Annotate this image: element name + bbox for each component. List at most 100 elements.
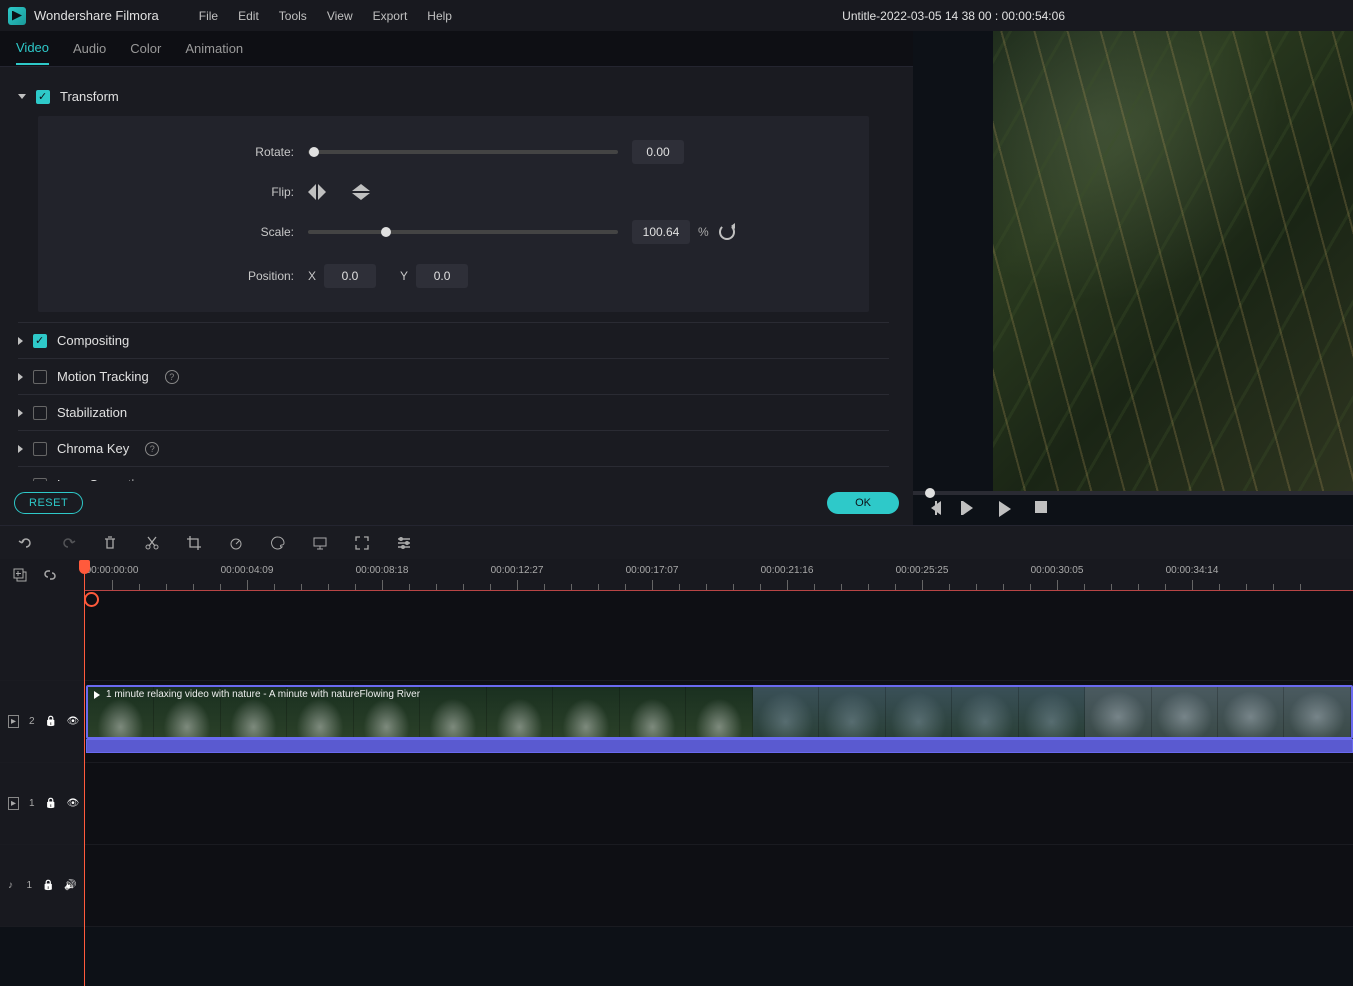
section-compositing-header[interactable]: Compositing (18, 333, 889, 348)
ruler-tick-label: 00:00:08:18 (356, 565, 409, 576)
tab-color[interactable]: Color (130, 33, 161, 64)
menu-file[interactable]: File (189, 9, 228, 23)
flip-horizontal-icon[interactable] (308, 184, 328, 200)
ruler-tick-label: 00:00:00:00 (86, 565, 139, 576)
section-motion-tracking-header[interactable]: Motion Tracking ? (18, 369, 889, 384)
checkbox-motion-tracking[interactable] (33, 370, 47, 384)
section-transform-header[interactable]: Transform (18, 89, 889, 104)
flip-vertical-icon[interactable] (352, 184, 372, 200)
eye-icon[interactable] (67, 716, 79, 728)
properties-tabs: Video Audio Color Animation (0, 31, 913, 67)
timeline-clip[interactable]: 1 minute relaxing video with nature - A … (86, 685, 1353, 739)
caret-right-icon (18, 409, 23, 417)
menu-help[interactable]: Help (417, 9, 462, 23)
ruler-tick-label: 00:00:34:14 (1166, 565, 1219, 576)
eye-icon[interactable] (67, 798, 79, 810)
slider-thumb-icon[interactable] (309, 147, 319, 157)
menu-edit[interactable]: Edit (228, 9, 269, 23)
timeline-ruler[interactable]: 00:00:00:0000:00:04:0900:00:08:1800:00:1… (84, 559, 1353, 591)
lock-icon[interactable] (45, 798, 57, 810)
video-track-icon (8, 716, 19, 728)
ruler-tick-label: 00:00:04:09 (221, 565, 274, 576)
slider-thumb-icon[interactable] (381, 227, 391, 237)
section-motion-tracking-label: Motion Tracking (57, 369, 149, 384)
checkbox-transform[interactable] (36, 90, 50, 104)
section-stabilization-header[interactable]: Stabilization (18, 405, 889, 420)
scale-slider[interactable] (308, 230, 618, 234)
redo-icon[interactable] (60, 535, 76, 551)
stop-icon[interactable] (1035, 501, 1047, 513)
section-chroma-key-header[interactable]: Chroma Key ? (18, 441, 889, 456)
y-label: Y (400, 269, 408, 283)
track-spacer-head (0, 591, 84, 680)
play-icon[interactable] (999, 501, 1013, 517)
scale-unit: % (698, 225, 709, 239)
menu-tools[interactable]: Tools (269, 9, 317, 23)
delete-icon[interactable] (102, 535, 118, 551)
lock-icon[interactable] (45, 716, 57, 728)
checkbox-stabilization[interactable] (33, 406, 47, 420)
reset-scale-icon[interactable] (719, 224, 735, 240)
ok-button[interactable]: OK (827, 492, 899, 514)
tab-audio[interactable]: Audio (73, 33, 106, 64)
lock-icon[interactable] (42, 880, 54, 892)
preview-scrubber[interactable] (913, 491, 1353, 495)
rotate-input[interactable] (632, 140, 684, 164)
rotate-slider[interactable] (308, 150, 618, 154)
speed-icon[interactable] (228, 535, 244, 551)
checkbox-compositing[interactable] (33, 334, 47, 348)
section-chroma-key-label: Chroma Key (57, 441, 129, 456)
next-frame-icon[interactable] (963, 501, 977, 515)
menu-view[interactable]: View (317, 9, 363, 23)
position-label: Position: (68, 269, 308, 283)
help-icon[interactable]: ? (165, 370, 179, 384)
clip-title: 1 minute relaxing video with nature - A … (92, 689, 420, 700)
settings-icon[interactable] (396, 535, 412, 551)
caret-down-icon (18, 94, 26, 99)
link-icon[interactable] (42, 567, 58, 583)
caret-right-icon (18, 373, 23, 381)
tab-animation[interactable]: Animation (185, 33, 243, 64)
properties-panel: Video Audio Color Animation Transform Ro… (0, 31, 913, 525)
video-track-icon (8, 798, 19, 810)
track-v1-num: 1 (29, 798, 35, 809)
checkbox-lens-correction[interactable] (33, 478, 47, 482)
greenscreen-icon[interactable] (312, 535, 328, 551)
preview-viewport[interactable] (993, 31, 1353, 491)
scale-input[interactable] (632, 220, 690, 244)
prev-frame-icon[interactable] (927, 501, 941, 515)
menu-export[interactable]: Export (363, 9, 418, 23)
timeline-toolbar (0, 525, 1353, 559)
ruler-tick-label: 00:00:25:25 (896, 565, 949, 576)
section-transform-label: Transform (60, 89, 119, 104)
scale-label: Scale: (68, 225, 308, 239)
color-icon[interactable] (270, 535, 286, 551)
tab-video[interactable]: Video (16, 32, 49, 65)
help-icon[interactable]: ? (145, 442, 159, 456)
crop-icon[interactable] (186, 535, 202, 551)
ruler-tick-label: 00:00:30:05 (1031, 565, 1084, 576)
caret-right-icon (18, 337, 23, 345)
playhead[interactable] (84, 560, 85, 986)
app-name: Wondershare Filmora (34, 8, 159, 23)
track-v1-head: 1 (0, 763, 84, 844)
app-logo-icon (8, 7, 26, 25)
track-v2-num: 2 (29, 716, 35, 727)
fullscreen-icon[interactable] (354, 535, 370, 551)
position-x-input[interactable] (324, 264, 376, 288)
caret-right-icon (18, 445, 23, 453)
checkbox-chroma-key[interactable] (33, 442, 47, 456)
project-title: Untitle-2022-03-05 14 38 00 : 00:00:54:0… (842, 9, 1065, 23)
track-a1-num: 1 (26, 880, 32, 891)
position-y-input[interactable] (416, 264, 468, 288)
cut-icon[interactable] (144, 535, 160, 551)
track-a1-head: 1 (0, 845, 84, 926)
reset-button[interactable]: RESET (14, 492, 83, 514)
clip-audio-strip[interactable] (86, 739, 1353, 753)
playhead-marker-icon[interactable] (84, 592, 96, 614)
speaker-icon[interactable] (64, 880, 76, 892)
flip-label: Flip: (68, 185, 308, 199)
add-track-icon[interactable] (12, 567, 28, 583)
scrub-thumb-icon[interactable] (925, 488, 935, 498)
undo-icon[interactable] (18, 535, 34, 551)
